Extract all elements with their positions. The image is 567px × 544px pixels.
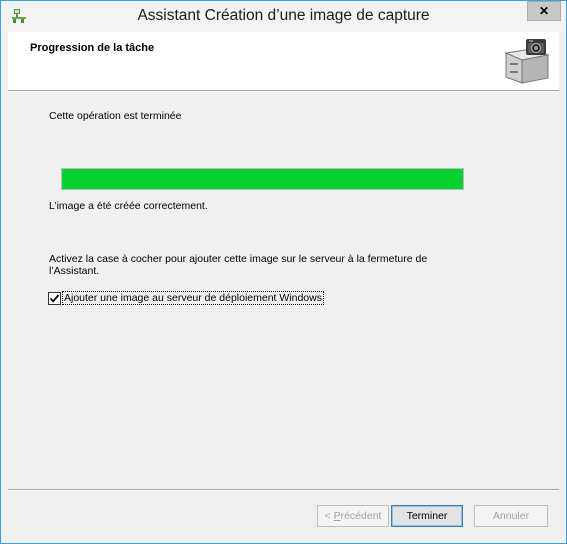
network-computer-icon [11, 8, 27, 24]
result-text: L’image a été créée correctement. [49, 200, 208, 212]
close-button[interactable]: ✕ [527, 1, 561, 21]
instruction-line-2: l’Assistant. [49, 265, 100, 277]
wizard-window: Assistant Création d’une image de captur… [0, 0, 567, 544]
add-image-checkbox[interactable] [48, 291, 61, 305]
cancel-button[interactable]: Annuler [474, 505, 548, 527]
finish-button[interactable]: Terminer [391, 505, 463, 527]
add-image-checkbox-row[interactable]: Ajouter une image au serveur de déploiem… [48, 291, 324, 305]
title-bar[interactable]: Assistant Création d’une image de captur… [1, 1, 566, 32]
header-divider-highlight [8, 91, 559, 92]
wizard-client-area: Progression de la tâche Cette opération … [8, 32, 559, 537]
progress-bar [61, 168, 464, 190]
previous-button-prefix: < [324, 510, 334, 522]
window-title: Assistant Création d’une image de captur… [137, 7, 430, 24]
previous-button-label: récédent [340, 510, 382, 522]
progress-bar-fill [62, 169, 463, 189]
status-text: Cette opération est terminée [49, 110, 182, 122]
wizard-header: Progression de la tâche [8, 32, 559, 90]
previous-button-mnemonic: P [333, 510, 341, 522]
instruction-line-1: Activez la case à cocher pour ajouter ce… [49, 253, 428, 265]
previous-button[interactable]: < Précédent [317, 505, 389, 527]
checkmark-icon [49, 293, 60, 303]
add-image-checkbox-label[interactable]: Ajouter une image au serveur de déploiem… [62, 291, 324, 305]
file-cabinet-camera-icon [502, 37, 552, 85]
footer-divider-highlight [8, 490, 559, 491]
page-title: Progression de la tâche [30, 42, 155, 54]
close-icon: ✕ [538, 4, 550, 18]
